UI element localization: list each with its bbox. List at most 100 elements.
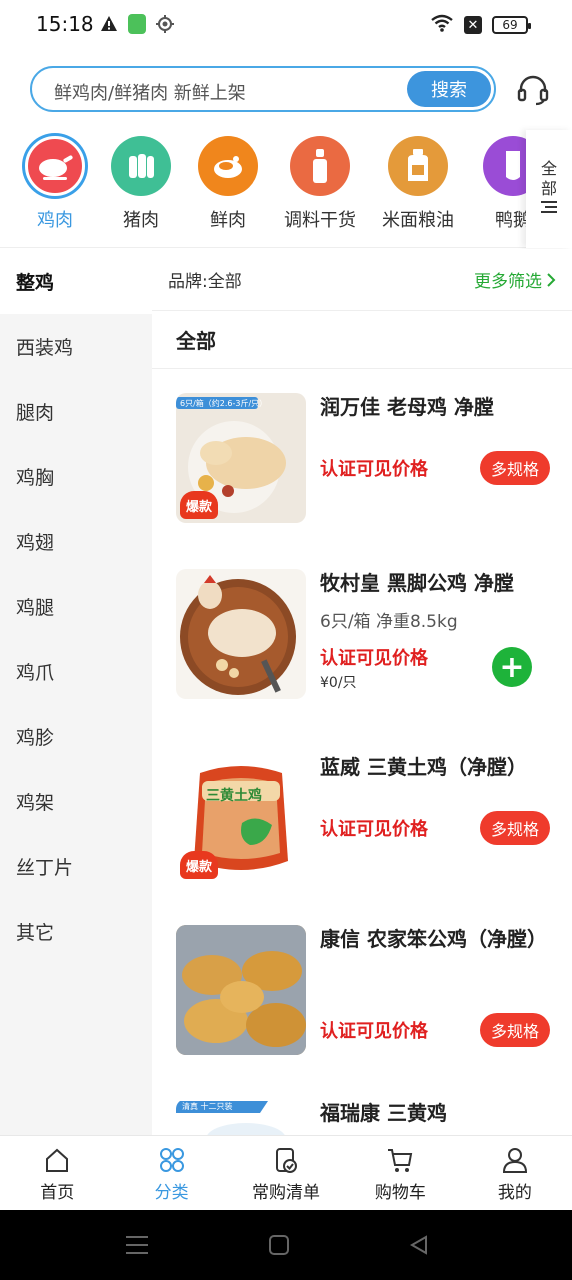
plus-icon: + <box>499 649 525 685</box>
filter-bar: 品牌:全部 更多筛选 <box>152 249 572 311</box>
multi-spec-button[interactable]: 多规格 <box>480 451 550 485</box>
sidebar-item-frame[interactable]: 鸡架 <box>0 769 152 834</box>
sidebar-item-suit-chicken[interactable]: 西装鸡 <box>0 314 152 379</box>
nav-frequent-list[interactable]: 常购清单 <box>229 1136 343 1210</box>
menu-icon[interactable] <box>126 1234 148 1256</box>
image-tag: 三黄土鸡 <box>206 788 262 804</box>
nav-home[interactable]: 首页 <box>0 1136 114 1210</box>
sidebar-item-whole-chicken[interactable]: 整鸡 <box>0 249 152 314</box>
category-pork[interactable]: 猪肉 <box>96 130 186 232</box>
system-nav-bar <box>0 1210 572 1280</box>
cart-icon <box>388 1149 413 1172</box>
category-label: 鲜肉 <box>210 210 246 231</box>
battery-icon: 69 <box>492 16 531 34</box>
list-icon <box>541 199 557 219</box>
product-card[interactable]: 6只/箱（约2.6-3斤/只） 爆款 润万佳 老母鸡 净膛 认证可见价格 多规格 <box>152 369 572 549</box>
category-label: 米面粮油 <box>382 210 454 231</box>
search-placeholder: 鲜鸡肉/鲜猪肉 新鲜上架 <box>54 83 246 104</box>
category-label: 猪肉 <box>123 210 159 231</box>
product-panel: 品牌:全部 更多筛选 全部 6只/箱（约2.6-3斤/只） 爆款 润万佳 老母鸡… <box>152 249 572 1135</box>
chevron-right-icon <box>547 272 556 287</box>
chicken-icon <box>25 136 85 196</box>
product-name: 康信 农家笨公鸡（净膛） <box>320 927 547 951</box>
category-grain-oil[interactable]: 米面粮油 <box>373 130 463 232</box>
sidebar-item-wings[interactable]: 鸡翅 <box>0 509 152 574</box>
home-square-icon[interactable] <box>268 1234 290 1256</box>
more-filter-button[interactable]: 更多筛选 <box>474 267 556 292</box>
product-price: 认证可见价格 <box>320 459 428 480</box>
category-icon <box>159 1148 184 1172</box>
home-icon <box>46 1148 69 1172</box>
bottom-nav: 首页 分类 常购清单 购物车 我的 <box>0 1135 572 1210</box>
category-fresh-meat[interactable]: 鲜肉 <box>183 130 273 232</box>
sidebar-item-feet[interactable]: 鸡爪 <box>0 639 152 704</box>
product-card[interactable]: 牧村皇 黑脚公鸡 净膛 6只/箱 净重8.5kg 认证可见价格 ¥0/只 + <box>152 549 572 729</box>
product-card[interactable]: 康信 农家笨公鸡（净膛） 认证可见价格 多规格 <box>152 909 572 1099</box>
subcategory-sidebar: 整鸡 西装鸡 腿肉 鸡胸 鸡翅 鸡腿 鸡爪 鸡胗 鸡架 丝丁片 其它 <box>0 249 152 1135</box>
product-price: 认证可见价格 <box>320 648 428 669</box>
brand-filter[interactable]: 品牌:全部 <box>168 267 242 292</box>
product-name: 牧村皇 黑脚公鸡 净膛 <box>320 571 514 595</box>
product-name: 福瑞康 三黄鸡 <box>320 1101 447 1125</box>
nav-label: 常购清单 <box>252 1183 321 1203</box>
all-button-char: 部 <box>540 179 557 198</box>
hot-badge: 爆款 <box>180 851 218 879</box>
oil-icon <box>388 136 448 196</box>
nav-profile[interactable]: 我的 <box>458 1136 572 1210</box>
all-button-char: 全 <box>540 159 557 178</box>
notification-x-icon: ✕ <box>464 16 482 34</box>
search-input[interactable]: 鲜鸡肉/鲜猪肉 新鲜上架 搜索 <box>30 66 496 112</box>
sidebar-item-breast[interactable]: 鸡胸 <box>0 444 152 509</box>
hot-badge: 爆款 <box>180 491 218 519</box>
product-name: 蓝威 三黄土鸡（净膛） <box>320 755 527 779</box>
multi-spec-button[interactable]: 多规格 <box>480 811 550 845</box>
sidebar-item-gizzard[interactable]: 鸡胗 <box>0 704 152 769</box>
product-unit-price: ¥0/只 <box>320 675 357 691</box>
sidebar-item-drumstick[interactable]: 鸡腿 <box>0 574 152 639</box>
meat-icon <box>198 136 258 196</box>
status-time: 15:18 <box>36 12 94 36</box>
back-triangle-icon[interactable] <box>408 1234 430 1256</box>
all-categories-button[interactable]: 全 部 <box>526 130 572 248</box>
product-card[interactable]: 三黄土鸡 爆款 蓝威 三黄土鸡（净膛） 认证可见价格 多规格 <box>152 729 572 909</box>
nav-label: 购物车 <box>374 1183 426 1203</box>
location-icon <box>156 15 174 33</box>
warning-icon <box>100 15 118 33</box>
nav-label: 我的 <box>497 1183 532 1203</box>
nav-cart[interactable]: 购物车 <box>343 1136 457 1210</box>
search-button[interactable]: 搜索 <box>407 71 491 107</box>
image-tag: 6只/箱（约2.6-3斤/只） <box>180 399 268 408</box>
search-row: 鲜鸡肉/鲜猪肉 新鲜上架 搜索 <box>0 66 572 114</box>
product-image[interactable]: 三黄土鸡 爆款 <box>176 753 306 883</box>
category-label: 鸡肉 <box>37 210 73 231</box>
section-title: 全部 <box>152 311 572 369</box>
nav-label: 首页 <box>40 1183 75 1203</box>
product-image[interactable]: 6只/箱（约2.6-3斤/只） 爆款 <box>176 393 306 523</box>
app-notification-icon <box>128 14 146 34</box>
product-image[interactable] <box>176 569 306 699</box>
add-to-cart-button[interactable]: + <box>492 647 532 687</box>
category-chicken[interactable]: 鸡肉 <box>10 130 100 232</box>
seasoning-icon <box>290 136 350 196</box>
sidebar-item-shreds[interactable]: 丝丁片 <box>0 834 152 899</box>
wifi-icon <box>430 14 454 36</box>
customer-service-icon[interactable] <box>516 74 550 106</box>
list-icon <box>276 1148 298 1173</box>
multi-spec-button[interactable]: 多规格 <box>480 1013 550 1047</box>
category-seasoning[interactable]: 调料干货 <box>275 130 365 232</box>
product-image[interactable] <box>176 925 306 1055</box>
image-tag: 清真 十二只装 <box>182 1102 233 1111</box>
product-image[interactable]: 清真 十二只装 <box>176 1099 306 1135</box>
status-bar: 15:18 ✕ 69 <box>0 0 572 52</box>
product-card[interactable]: 清真 十二只装 福瑞康 三黄鸡 <box>152 1099 572 1135</box>
sidebar-item-other[interactable]: 其它 <box>0 899 152 964</box>
category-label: 调料干货 <box>284 210 356 231</box>
product-name: 润万佳 老母鸡 净膛 <box>320 395 494 419</box>
sidebar-item-leg-meat[interactable]: 腿肉 <box>0 379 152 444</box>
nav-label: 分类 <box>154 1183 189 1203</box>
category-row: 鸡肉 猪肉 鲜肉 调料干货 米面粮油 鸭鹅 全 部 <box>0 130 572 248</box>
product-price: 认证可见价格 <box>320 1021 428 1042</box>
nav-category[interactable]: 分类 <box>114 1136 228 1210</box>
product-spec: 6只/箱 净重8.5kg <box>320 612 458 632</box>
profile-icon <box>502 1148 527 1173</box>
